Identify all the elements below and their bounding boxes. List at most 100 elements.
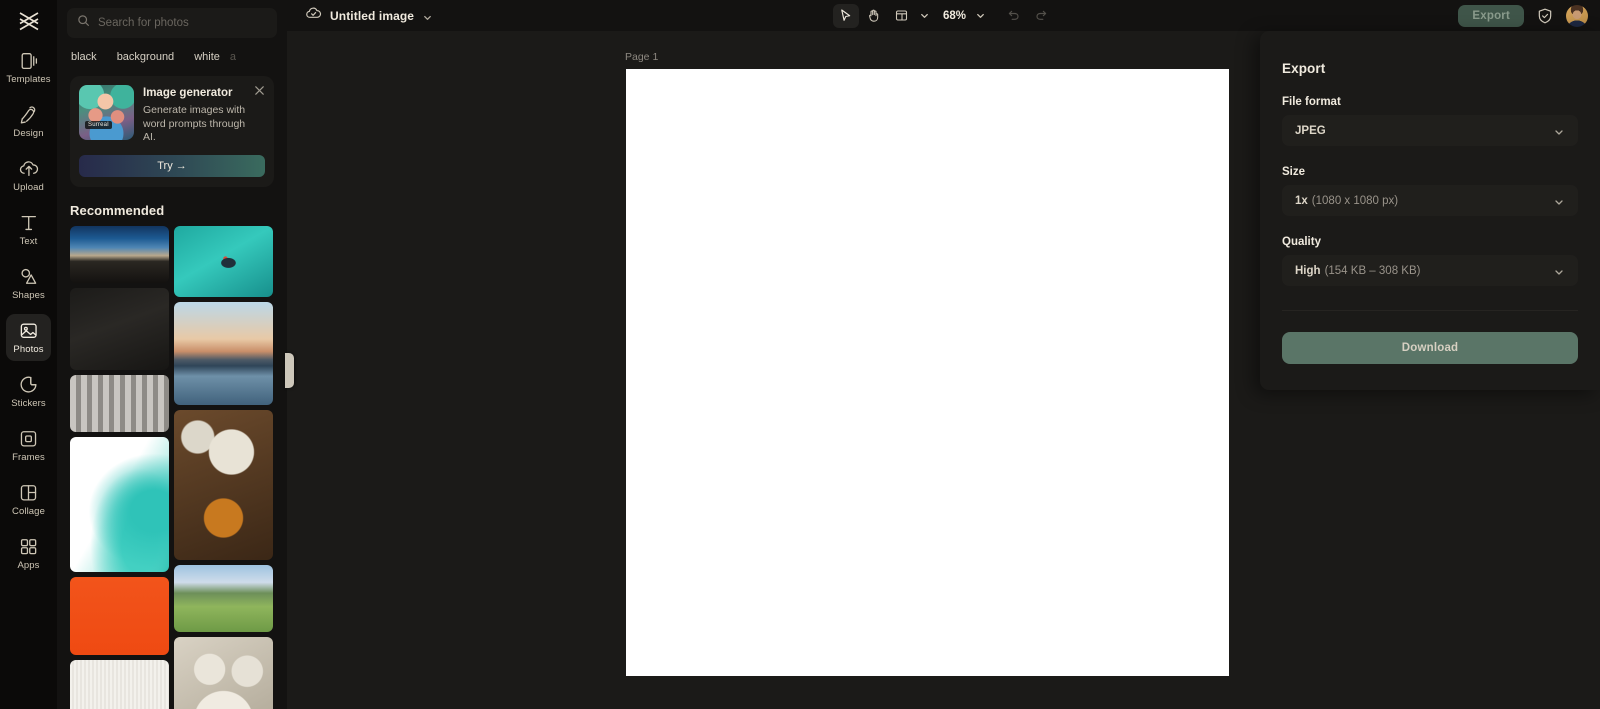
- tag-chip-background[interactable]: background: [107, 47, 185, 67]
- collage-icon: [18, 482, 39, 503]
- quality-select[interactable]: High (154 KB – 308 KB): [1282, 255, 1578, 286]
- photos-icon: [18, 320, 39, 341]
- photo-thumbnail-white-paper-texture[interactable]: [70, 659, 169, 709]
- download-button[interactable]: Download: [1282, 332, 1578, 364]
- rail-item-templates[interactable]: Templates: [6, 44, 51, 91]
- rail-item-shapes[interactable]: Shapes: [6, 260, 51, 307]
- tag-chip-a[interactable]: a: [230, 47, 240, 67]
- quality-detail: (154 KB – 308 KB): [1324, 264, 1421, 277]
- photo-thumbnail-orange-solid[interactable]: [70, 576, 169, 655]
- photo-thumbnail-nyc-skyline-sunset[interactable]: [174, 301, 273, 405]
- shapes-icon: [18, 266, 39, 287]
- templates-icon: [18, 50, 39, 71]
- rail-item-frames[interactable]: Frames: [6, 422, 51, 469]
- document-title[interactable]: Untitled image: [330, 9, 414, 23]
- export-settings-panel: Export File format JPEG Size 1x (1080 x …: [1260, 31, 1600, 390]
- file-format-value: JPEG: [1295, 124, 1326, 137]
- rail-item-label: Shapes: [12, 290, 45, 301]
- design-icon: [18, 104, 39, 125]
- rail-item-collage[interactable]: Collage: [6, 476, 51, 523]
- export-panel-title: Export: [1282, 61, 1326, 76]
- promo-title: Image generator: [143, 87, 233, 99]
- quality-label: Quality: [1282, 236, 1321, 248]
- panel-collapse-handle[interactable]: [285, 353, 294, 388]
- rail-item-label: Stickers: [11, 398, 46, 409]
- file-format-select[interactable]: JPEG: [1282, 115, 1578, 146]
- header-left-group: Untitled image: [287, 5, 433, 27]
- capcut-editor-window: Templates Design Upload Text Shapes Photos Sti…: [0, 0, 1600, 709]
- rail-item-label: Photos: [13, 344, 44, 355]
- shield-check-icon[interactable]: [1536, 7, 1554, 25]
- text-icon: [18, 212, 39, 233]
- photos-side-panel: blackbackgroundwhitea Surreal Image gene…: [57, 0, 287, 709]
- layout-chevron-down-icon[interactable]: [917, 4, 933, 28]
- header-tool-group: 68%: [287, 3, 1600, 28]
- rail-item-label: Apps: [17, 560, 40, 571]
- promo-description: Generate images with word prompts throug…: [143, 104, 246, 143]
- rail-item-label: Upload: [13, 182, 44, 193]
- search-icon: [77, 14, 90, 32]
- rail-item-label: Text: [19, 236, 38, 247]
- stickers-icon: [18, 374, 39, 395]
- zoom-chevron-down-icon[interactable]: [972, 4, 988, 28]
- rail-item-label: Frames: [12, 452, 45, 463]
- page-label: Page 1: [625, 51, 659, 63]
- upload-icon: [18, 158, 39, 179]
- search-box[interactable]: [67, 8, 277, 38]
- select-tool-button[interactable]: [832, 3, 859, 28]
- search-input[interactable]: [98, 17, 267, 29]
- rail-item-label: Collage: [12, 506, 45, 517]
- file-format-label: File format: [1282, 96, 1341, 108]
- undo-button[interactable]: [1000, 4, 1026, 28]
- tag-chip-white[interactable]: white: [184, 47, 230, 67]
- export-divider: [1282, 310, 1578, 311]
- promo-try-button[interactable]: Try →: [79, 154, 265, 177]
- rail-item-apps[interactable]: Apps: [6, 530, 51, 577]
- chevron-down-icon: [1553, 195, 1565, 207]
- promo-thumb-badge: Surreal: [85, 121, 112, 129]
- photo-grid: [57, 225, 287, 709]
- promo-thumbnail: Surreal: [79, 85, 134, 140]
- photo-thumbnail-dark-chalkboard[interactable]: [70, 287, 169, 370]
- size-label: Size: [1282, 166, 1306, 178]
- layout-tool-button[interactable]: [889, 4, 915, 28]
- photo-thumbnail-teal-abstract-waves[interactable]: [70, 436, 169, 572]
- pan-tool-button[interactable]: [861, 4, 887, 28]
- header-right-group: Export: [1458, 4, 1600, 27]
- photo-thumbnail-plated-meal-bowls[interactable]: [174, 636, 273, 709]
- chevron-down-icon[interactable]: [422, 10, 433, 21]
- tag-chip-list: black background white a: [61, 38, 283, 74]
- zoom-level-value[interactable]: 68%: [935, 10, 970, 22]
- user-avatar[interactable]: [1566, 4, 1588, 27]
- chevron-down-icon: [1553, 125, 1565, 137]
- rail-item-design[interactable]: Design: [6, 98, 51, 145]
- photo-thumbnail-korean-food-spread[interactable]: [174, 409, 273, 560]
- rail-item-stickers[interactable]: Stickers: [6, 368, 51, 415]
- rail-item-photos[interactable]: Photos: [6, 314, 51, 361]
- cloud-saved-icon: [305, 5, 322, 27]
- rail-item-upload[interactable]: Upload: [6, 152, 51, 199]
- top-header-bar: Untitled image 68% Export: [287, 0, 1600, 31]
- close-icon[interactable]: [253, 84, 266, 97]
- rail-item-text[interactable]: Text: [6, 206, 51, 253]
- export-button[interactable]: Export: [1458, 4, 1524, 27]
- chevron-down-icon: [1553, 265, 1565, 277]
- size-select[interactable]: 1x (1080 x 1080 px): [1282, 185, 1578, 216]
- canvas-page[interactable]: [626, 69, 1229, 676]
- size-value: 1x: [1295, 194, 1308, 207]
- recommended-heading: Recommended: [70, 202, 165, 218]
- quality-value: High: [1295, 264, 1321, 277]
- rail-item-label: Design: [13, 128, 44, 139]
- photo-thumbnail-boat-turquoise-sea[interactable]: [174, 225, 273, 297]
- photo-thumbnail-city-skyline-night[interactable]: [70, 225, 169, 283]
- image-generator-promo-card: Surreal Image generator Generate images …: [70, 76, 274, 187]
- tag-chip-black[interactable]: black: [61, 47, 107, 67]
- redo-button[interactable]: [1028, 4, 1054, 28]
- frames-icon: [18, 428, 39, 449]
- photo-thumbnail-green-valley-meadow[interactable]: [174, 564, 273, 632]
- apps-icon: [18, 536, 39, 557]
- photo-thumbnail-stacked-barrels[interactable]: [70, 374, 169, 432]
- search-area: [57, 0, 287, 38]
- left-nav-rail: Templates Design Upload Text Shapes Photos Sti…: [0, 0, 57, 709]
- capcut-logo-icon[interactable]: [9, 4, 49, 38]
